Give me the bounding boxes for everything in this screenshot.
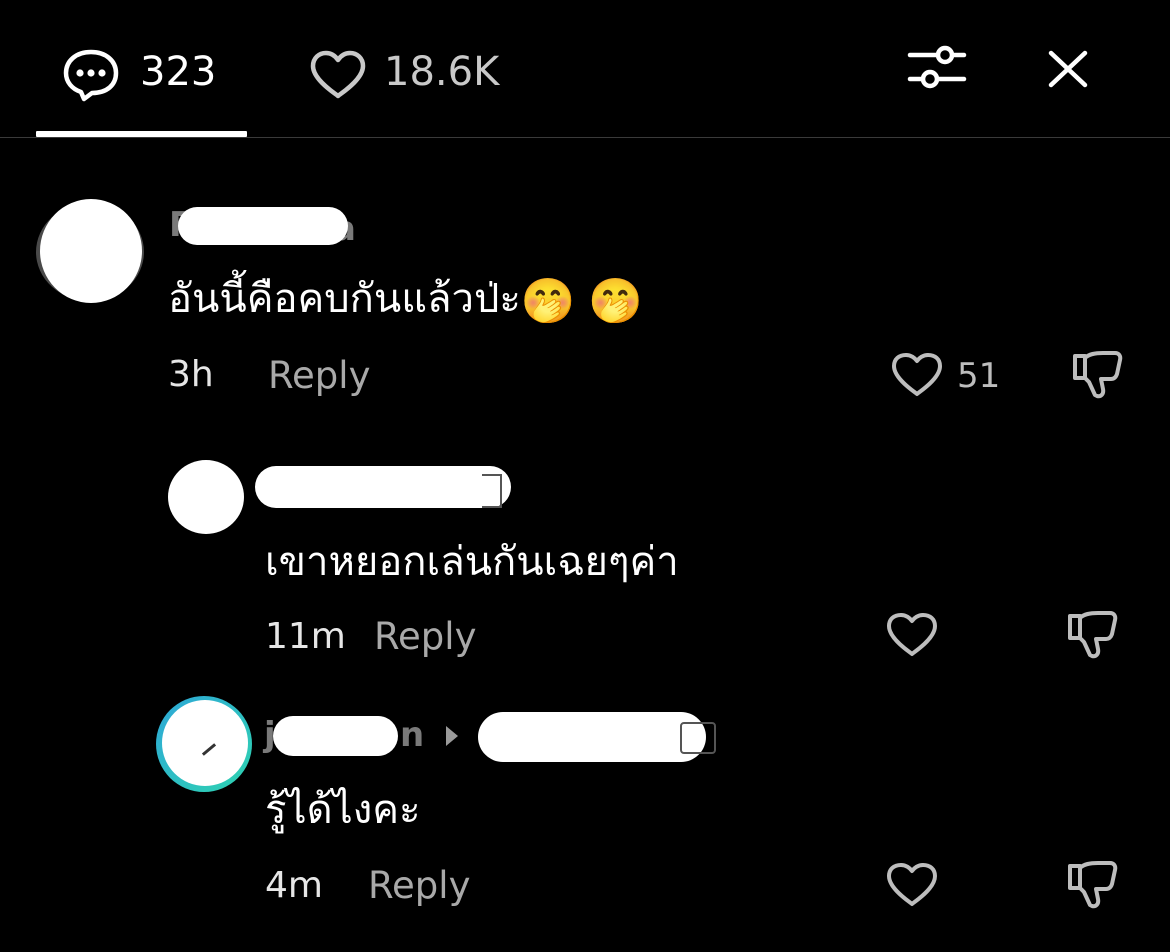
comment-bubble-icon: [62, 48, 120, 102]
like-heart-icon[interactable]: [886, 612, 938, 658]
comment-body: อันนี้คือคบกันแล้วป่ะ: [168, 276, 521, 322]
username[interactable]: [255, 466, 511, 508]
close-icon[interactable]: [1048, 50, 1088, 88]
reply-to-username[interactable]: [478, 712, 706, 762]
comment-time: 3h: [168, 354, 214, 395]
comments-count: 323: [140, 49, 217, 95]
likes-count: 18.6K: [384, 49, 500, 95]
username[interactable]: [178, 207, 348, 245]
comment-text: อันนี้คือคบกันแล้วป่ะ🤭 🤭: [168, 277, 643, 326]
hand-over-mouth-emoji: 🤭: [520, 276, 576, 327]
like-heart-icon[interactable]: [891, 352, 943, 398]
reply-arrow-icon: [444, 724, 460, 748]
username-decoration: [482, 474, 502, 508]
heart-outline-icon: [309, 50, 367, 100]
dislike-thumb-icon[interactable]: [1066, 610, 1120, 660]
like-heart-icon[interactable]: [886, 862, 938, 908]
header-divider: [0, 137, 1170, 138]
comment-time: 4m: [265, 865, 323, 906]
username-partial-end: n: [400, 715, 425, 755]
username-decoration: [680, 722, 716, 754]
reply-button[interactable]: Reply: [374, 618, 476, 655]
reply-button[interactable]: Reply: [368, 867, 470, 904]
reply-button[interactable]: Reply: [268, 357, 370, 394]
sliders-icon[interactable]: [907, 42, 967, 92]
avatar[interactable]: [168, 460, 244, 534]
dislike-thumb-icon[interactable]: [1066, 860, 1120, 910]
comment-time: 11m: [265, 616, 346, 657]
hand-over-mouth-emoji: 🤭: [588, 276, 644, 327]
comment-text: รู้ได้ไงคะ: [265, 788, 420, 832]
like-count: 51: [957, 356, 1001, 396]
dislike-thumb-icon[interactable]: [1071, 350, 1125, 400]
username[interactable]: [273, 716, 398, 756]
avatar[interactable]: [162, 700, 248, 786]
comment-body: รู้ได้ไงคะ: [265, 787, 421, 833]
avatar[interactable]: [40, 199, 142, 303]
comment-text: เขาหยอกเล่นกันเฉยๆค่า: [265, 540, 679, 584]
comment-body: เขาหยอกเล่นกันเฉยๆค่า: [265, 539, 679, 585]
